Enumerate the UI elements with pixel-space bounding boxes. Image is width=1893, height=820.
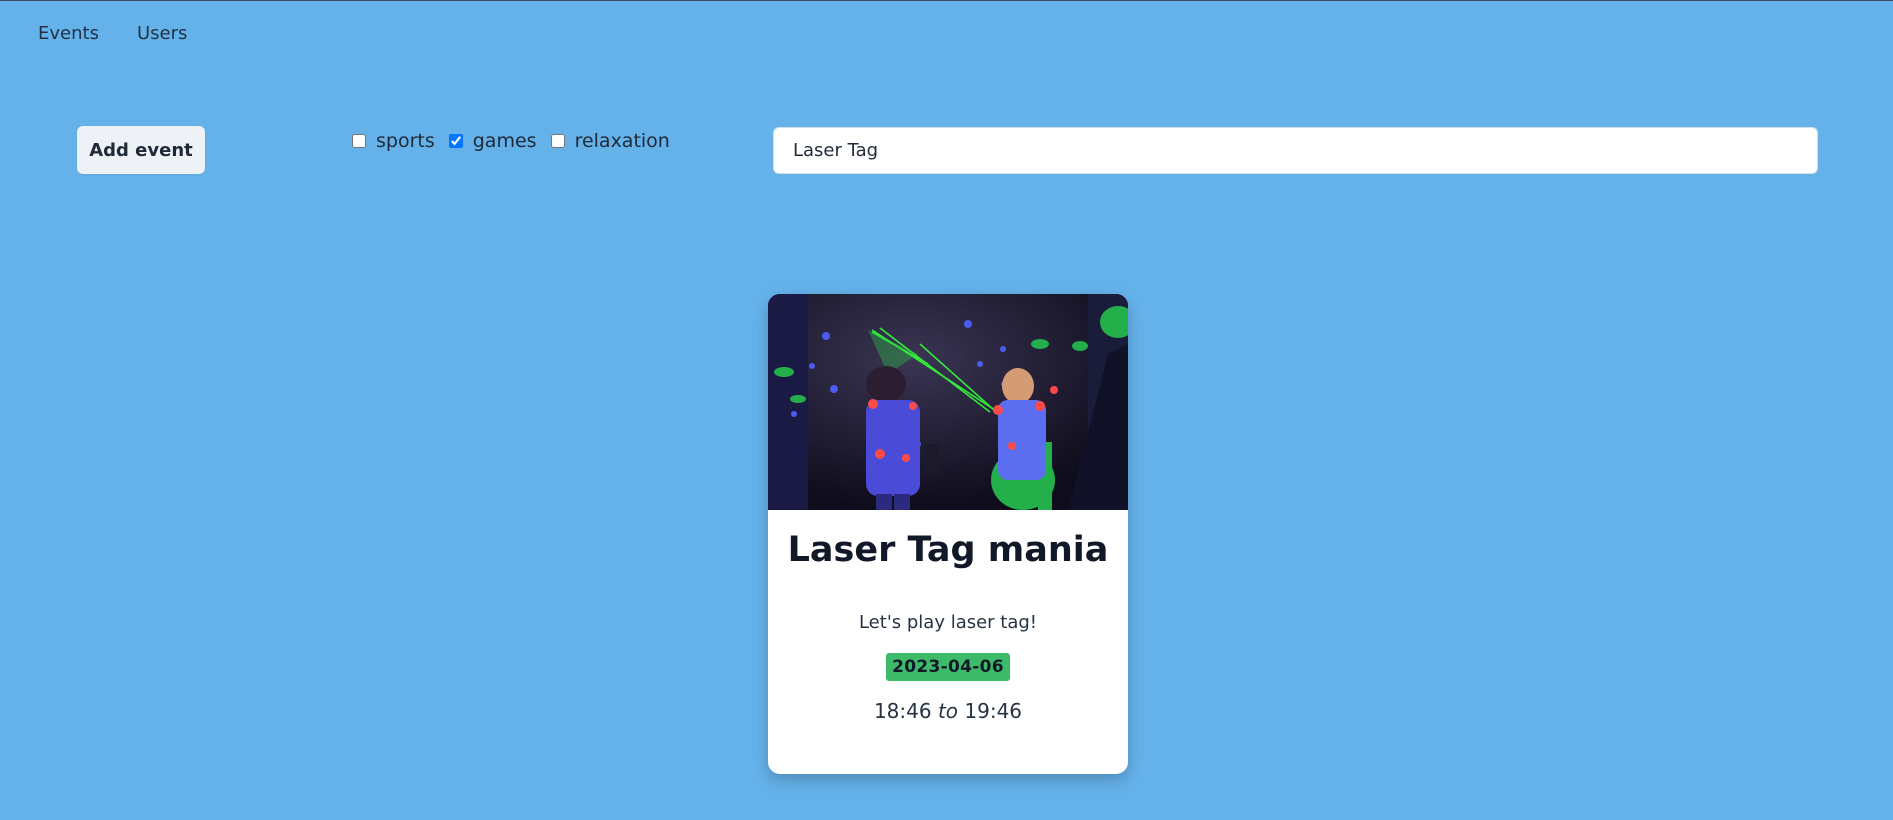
nav-link-users[interactable]: Users xyxy=(137,23,187,44)
event-image xyxy=(768,294,1128,510)
nav-link-events[interactable]: Events xyxy=(38,23,99,44)
event-description: Let's play laser tag! xyxy=(858,612,1038,633)
event-card[interactable]: Laser Tag mania Let's play laser tag! 20… xyxy=(768,294,1128,774)
search-input[interactable] xyxy=(773,127,1818,174)
event-end-time: 19:46 xyxy=(964,699,1023,723)
top-nav: Events Users xyxy=(38,23,187,44)
filter-label-relaxation: relaxation xyxy=(574,130,670,152)
filter-games[interactable]: games xyxy=(446,130,548,152)
filter-label-games: games xyxy=(472,130,537,152)
relaxation-checkbox[interactable] xyxy=(550,134,565,148)
time-separator: to xyxy=(937,699,959,723)
sports-checkbox[interactable] xyxy=(352,134,366,148)
add-event-button[interactable]: Add event xyxy=(77,126,205,174)
event-date-badge: 2023-04-06 xyxy=(886,653,1010,681)
category-filters: sports games relaxation xyxy=(349,130,681,152)
filter-label-sports: sports xyxy=(376,130,435,152)
event-start-time: 18:46 xyxy=(873,699,932,723)
filter-sports[interactable]: sports xyxy=(349,130,446,152)
event-title: Laser Tag mania xyxy=(787,530,1109,570)
games-checkbox[interactable] xyxy=(448,134,463,148)
event-time-range: 18:46 to 19:46 xyxy=(768,699,1128,723)
filter-relaxation[interactable]: relaxation xyxy=(548,130,681,152)
